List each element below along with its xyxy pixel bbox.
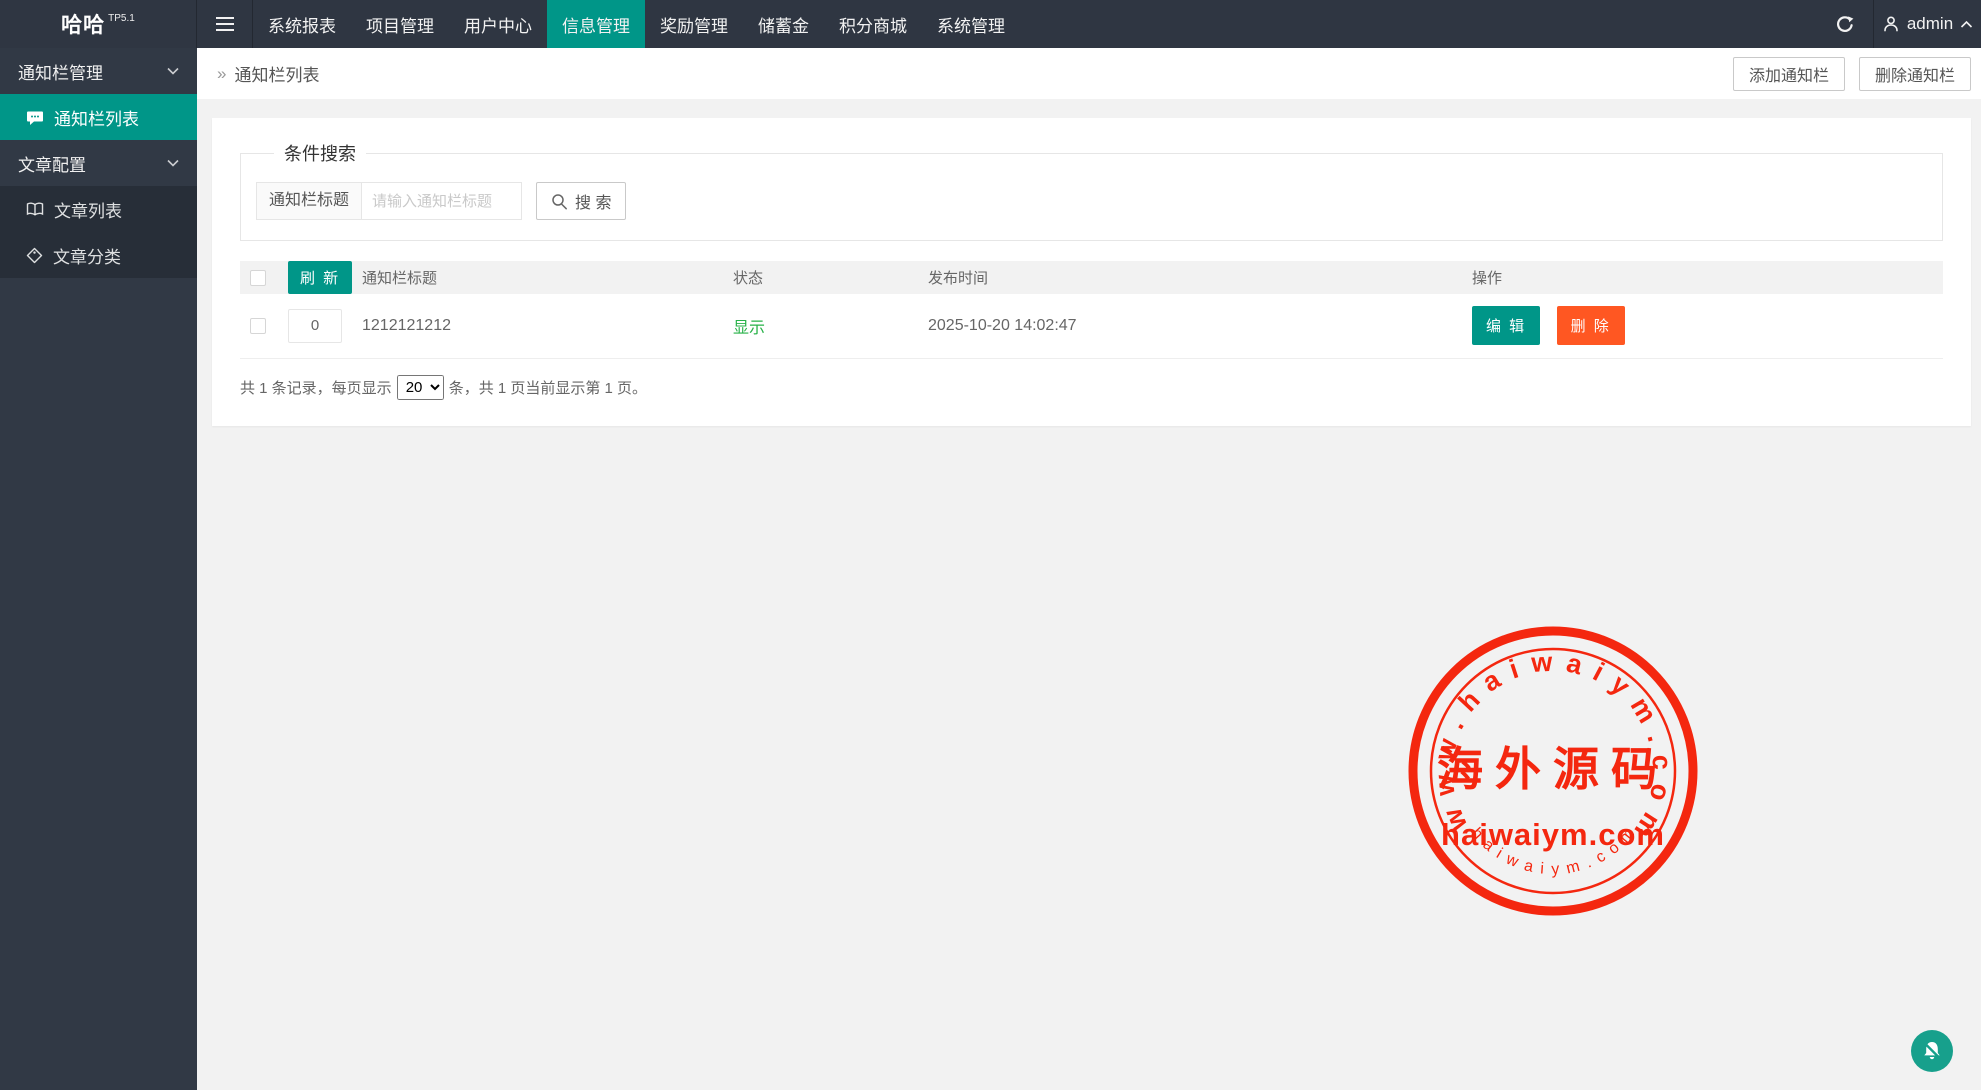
sidebar-item-article-category[interactable]: 文章分类 (0, 232, 197, 278)
search-input[interactable] (362, 182, 522, 220)
breadcrumb: » 通知栏列表 添加通知栏 删除通知栏 (197, 48, 1981, 99)
sidebar-item-label: 文章分类 (53, 243, 121, 268)
table-header-row: 刷 新 通知栏标题 状态 发布时间 操作 (240, 261, 1943, 294)
book-icon (26, 201, 44, 217)
delete-button[interactable]: 删 除 (1557, 306, 1625, 345)
search-button[interactable]: 搜 索 (536, 182, 626, 220)
select-all-checkbox[interactable] (250, 270, 266, 286)
bell-slash-icon (1920, 1039, 1944, 1063)
delete-notice-button[interactable]: 删除通知栏 (1859, 57, 1971, 91)
nav-item-savings[interactable]: 储蓄金 (743, 0, 824, 48)
sidebar: 通知栏管理 通知栏列表 文章配置 文章列表 (0, 48, 197, 1090)
sidebar-group-article[interactable]: 文章配置 (0, 140, 197, 186)
sort-input[interactable] (288, 309, 342, 343)
cell-publish-time: 2025-10-20 14:02:47 (928, 294, 1472, 358)
notice-table: 刷 新 通知栏标题 状态 发布时间 操作 1212121212 显示 2025-… (240, 261, 1943, 359)
search-legend: 条件搜索 (274, 140, 366, 166)
page-size-select[interactable]: 20 (397, 375, 444, 400)
brand-name: 哈哈 (61, 9, 105, 39)
search-field-label: 通知栏标题 (256, 182, 362, 220)
nav-item-reward-management[interactable]: 奖励管理 (645, 0, 743, 48)
brand-logo: 哈哈 TP5.1 (0, 0, 197, 48)
search-icon (551, 193, 568, 210)
sidebar-item-label: 文章列表 (54, 197, 122, 222)
row-checkbox[interactable] (250, 318, 266, 334)
add-notice-button[interactable]: 添加通知栏 (1733, 57, 1845, 91)
tag-icon (26, 247, 43, 264)
edit-button[interactable]: 编 辑 (1472, 306, 1540, 345)
user-icon (1882, 15, 1900, 33)
column-header-title: 通知栏标题 (362, 261, 733, 294)
status-badge: 显示 (733, 320, 765, 337)
notification-fab[interactable] (1911, 1030, 1953, 1072)
chevron-up-icon (1960, 20, 1973, 29)
chevron-down-icon (167, 159, 179, 168)
brand-version: TP5.1 (108, 13, 135, 24)
sidebar-item-notice-list[interactable]: 通知栏列表 (0, 94, 197, 140)
search-button-label: 搜 索 (575, 189, 611, 213)
main-content: » 通知栏列表 添加通知栏 删除通知栏 条件搜索 通知栏标题 搜 索 (197, 48, 1981, 1090)
nav-item-info-management[interactable]: 信息管理 (547, 0, 645, 48)
cell-title: 1212121212 (362, 294, 733, 358)
column-header-time: 发布时间 (928, 261, 1472, 294)
sidebar-group-notice[interactable]: 通知栏管理 (0, 48, 197, 94)
page-title: 通知栏列表 (234, 61, 319, 86)
pagination: 共 1 条记录，每页显示 20 条，共 1 页当前显示第 1 页。 (240, 375, 1943, 400)
menu-toggle-icon[interactable] (197, 0, 253, 48)
breadcrumb-arrow: » (217, 64, 226, 84)
nav-item-points-mall[interactable]: 积分商城 (824, 0, 922, 48)
topbar-right: admin (1817, 0, 1981, 48)
table-row: 1212121212 显示 2025-10-20 14:02:47 编 辑 删 … (240, 294, 1943, 358)
nav-item-system-management[interactable]: 系统管理 (922, 0, 1020, 48)
comment-icon (26, 109, 44, 126)
refresh-button[interactable]: 刷 新 (288, 261, 352, 294)
search-panel: 条件搜索 通知栏标题 搜 索 (240, 140, 1943, 241)
nav-item-project-management[interactable]: 项目管理 (351, 0, 449, 48)
refresh-icon[interactable] (1817, 0, 1873, 48)
sidebar-group-label: 通知栏管理 (18, 59, 103, 84)
column-header-status: 状态 (733, 261, 928, 294)
sidebar-group-label: 文章配置 (18, 151, 86, 176)
top-nav: 系统报表 项目管理 用户中心 信息管理 奖励管理 储蓄金 积分商城 系统管理 (253, 0, 1020, 48)
sidebar-item-label: 通知栏列表 (54, 105, 139, 130)
user-menu[interactable]: admin (1873, 0, 1981, 48)
sidebar-item-article-list[interactable]: 文章列表 (0, 186, 197, 232)
top-bar: 哈哈 TP5.1 系统报表 项目管理 用户中心 信息管理 奖励管理 储蓄金 积分… (0, 0, 1981, 48)
chevron-down-icon (167, 67, 179, 76)
list-card: 条件搜索 通知栏标题 搜 索 (212, 118, 1971, 426)
nav-item-user-center[interactable]: 用户中心 (449, 0, 547, 48)
pagination-suffix: 条，共 1 页当前显示第 1 页。 (449, 377, 647, 398)
pagination-prefix: 共 1 条记录，每页显示 (240, 377, 392, 398)
user-name: admin (1907, 14, 1953, 34)
column-header-action: 操作 (1472, 261, 1943, 294)
nav-item-system-reports[interactable]: 系统报表 (253, 0, 351, 48)
